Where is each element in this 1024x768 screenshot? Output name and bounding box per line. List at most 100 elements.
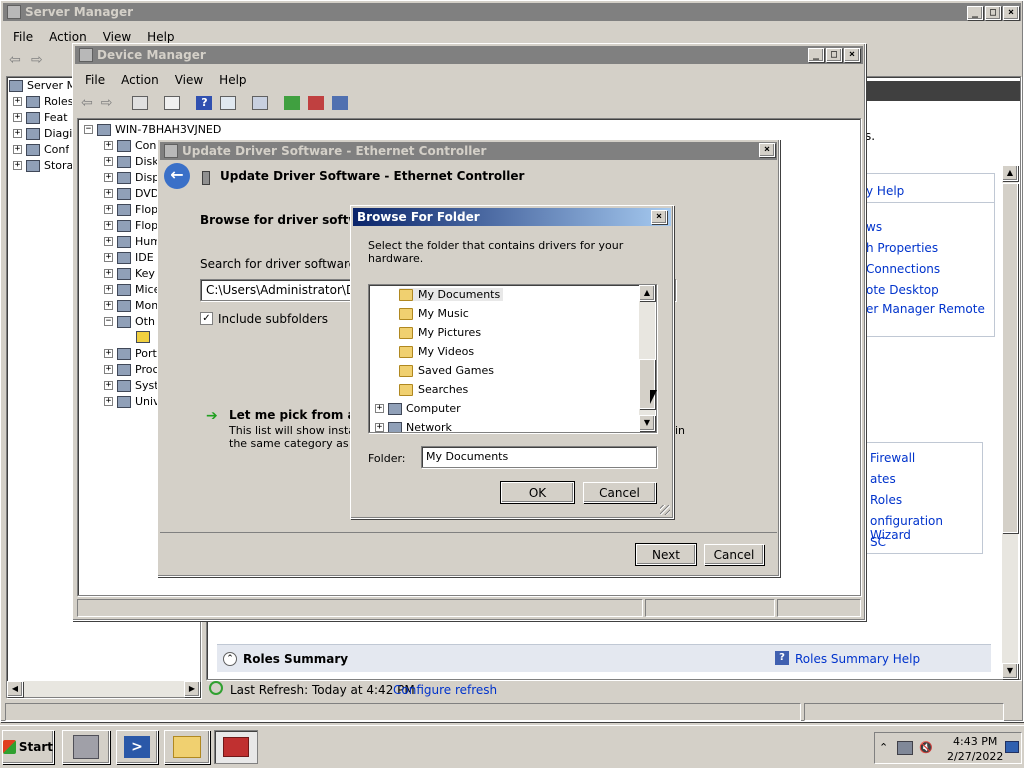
link-connections[interactable]: Connections (866, 262, 940, 276)
link-roles[interactable]: Roles (870, 493, 902, 507)
folder-item[interactable]: My Pictures (399, 326, 481, 339)
update-driver-titlebar[interactable]: Update Driver Software - Ethernet Contro… (160, 142, 777, 160)
device-category[interactable]: + Key (104, 267, 155, 280)
server-manager-titlebar[interactable]: Server Manager (3, 3, 1021, 21)
roles-summary-bar[interactable]: ⌃ Roles Summary ? Roles Summary Help (217, 644, 991, 672)
folder-tree-scrollbar[interactable]: ▲ ▼ (639, 285, 655, 431)
help-icon[interactable]: ? (196, 96, 213, 110)
device-category[interactable]: + Flop (104, 203, 158, 216)
device-category[interactable]: + Disp (104, 171, 159, 184)
link-firewall[interactable]: Firewall (870, 451, 915, 465)
tree-item-storage[interactable]: + Stora (13, 159, 73, 172)
link-remote-desktop[interactable]: ote Desktop (866, 283, 939, 297)
folder-item-selected[interactable]: My Documents (399, 288, 504, 301)
collapse-icon[interactable]: ⌃ (223, 652, 237, 666)
console-tree-icon[interactable] (132, 96, 149, 110)
link-views[interactable]: ws (866, 220, 882, 234)
menu-file[interactable]: File (79, 71, 111, 89)
forward-arrow-icon[interactable]: ⇨ (31, 53, 47, 67)
help-link[interactable]: y Help (866, 184, 904, 198)
next-button[interactable]: Next (635, 543, 697, 566)
link-properties[interactable]: h Properties (866, 241, 938, 255)
uninstall-icon[interactable] (308, 96, 325, 110)
configure-refresh-link[interactable]: Configure refresh (393, 683, 497, 697)
forward-arrow-icon[interactable]: ⇨ (101, 95, 113, 111)
show-desktop-icon[interactable] (1005, 741, 1019, 753)
taskbar-device-manager-button[interactable] (214, 730, 258, 764)
properties-icon[interactable] (164, 96, 181, 110)
device-category[interactable]: + DVD (104, 187, 159, 200)
folder-tree[interactable]: My Documents My Music My Pictures My Vid… (368, 284, 657, 433)
include-subfolders-checkbox[interactable]: ✓ (200, 312, 213, 325)
tree-item-configuration[interactable]: + Conf (13, 143, 69, 156)
show-hidden-icons[interactable]: ⌃ (879, 741, 888, 754)
link-configuration-wizard[interactable]: onfiguration Wizard (870, 514, 982, 542)
network-icon[interactable] (897, 741, 913, 755)
device-category[interactable]: + Univ (104, 395, 160, 408)
volume-muted-icon[interactable]: 🔇 (919, 741, 933, 755)
device-category[interactable]: + Mon (104, 299, 158, 312)
folder-item[interactable]: + Network (375, 421, 452, 432)
cancel-button[interactable]: Cancel (704, 544, 764, 565)
link-manager-remote[interactable]: er Manager Remote (866, 302, 985, 316)
tree-item-roles[interactable]: + Roles (13, 95, 73, 108)
minimize-button[interactable]: _ (967, 6, 983, 20)
content-vertical-scrollbar[interactable]: ▲ ▼ (1002, 165, 1018, 679)
start-button[interactable]: Start (2, 730, 54, 764)
close-button[interactable]: × (844, 48, 860, 62)
device-category[interactable]: + Port (104, 347, 157, 360)
view-icon[interactable] (220, 96, 237, 110)
close-button[interactable]: × (759, 143, 775, 157)
device-category[interactable]: + Flop (104, 219, 158, 232)
update-driver-icon[interactable] (284, 96, 301, 110)
folder-item[interactable]: Searches (399, 383, 468, 396)
scan-hardware-icon[interactable] (252, 96, 269, 110)
tree-item-features[interactable]: + Feat (13, 111, 68, 124)
tree-horizontal-scrollbar[interactable]: ◀ ▶ (7, 681, 200, 697)
link-sc[interactable]: SC (870, 535, 886, 549)
close-button[interactable]: × (651, 210, 667, 224)
browse-folder-titlebar[interactable]: Browse For Folder (353, 208, 671, 226)
maximize-button[interactable]: □ (826, 48, 842, 62)
back-button[interactable]: ← (164, 163, 190, 189)
menu-action[interactable]: Action (115, 71, 165, 89)
disable-icon[interactable] (332, 96, 349, 110)
roles-summary-help-link[interactable]: Roles Summary Help (795, 652, 920, 666)
device-manager-titlebar[interactable]: Device Manager (75, 46, 863, 64)
resize-grip-icon[interactable] (660, 505, 670, 515)
ethernet-controller-node[interactable] (136, 331, 154, 343)
device-category[interactable]: + IDE (104, 251, 154, 264)
taskbar-powershell-button[interactable]: > (116, 730, 158, 764)
back-arrow-icon[interactable]: ⇦ (81, 95, 93, 111)
menu-file[interactable]: File (7, 28, 39, 46)
tree-item-diagnostics[interactable]: + Diagi (13, 127, 72, 140)
folder-item[interactable]: + Computer (375, 402, 461, 415)
device-category[interactable]: + Con (104, 139, 156, 152)
taskbar-explorer-button[interactable] (164, 730, 210, 764)
folder-item[interactable]: Saved Games (399, 364, 494, 377)
folder-input[interactable]: My Documents (421, 446, 657, 468)
cancel-button[interactable]: Cancel (583, 482, 656, 503)
taskbar-server-manager-button[interactable] (62, 730, 110, 764)
device-category[interactable]: + Proc (104, 363, 159, 376)
close-button[interactable]: × (1003, 6, 1019, 20)
clock-time[interactable]: 4:43 PM (953, 735, 997, 748)
link-updates[interactable]: ates (870, 472, 896, 486)
folder-item[interactable]: My Videos (399, 345, 474, 358)
folder-item[interactable]: My Music (399, 307, 469, 320)
back-arrow-icon[interactable]: ⇦ (9, 53, 25, 67)
device-category[interactable]: + Syst (104, 379, 159, 392)
maximize-button[interactable]: □ (985, 6, 1001, 20)
device-category[interactable]: + Hum (104, 235, 161, 248)
tree-root[interactable]: Server M (9, 79, 76, 92)
computer-node[interactable]: − WIN-7BHAH3VJNED (84, 123, 221, 136)
menu-help[interactable]: Help (213, 71, 252, 89)
server-manager-icon (73, 735, 99, 759)
ok-button[interactable]: OK (500, 481, 575, 504)
device-category[interactable]: + Mice (104, 283, 160, 296)
clock-date[interactable]: 2/27/2022 (947, 750, 1003, 763)
minimize-button[interactable]: _ (808, 48, 824, 62)
device-category[interactable]: + Disk (104, 155, 159, 168)
device-category[interactable]: − Oth (104, 315, 155, 328)
menu-view[interactable]: View (169, 71, 209, 89)
